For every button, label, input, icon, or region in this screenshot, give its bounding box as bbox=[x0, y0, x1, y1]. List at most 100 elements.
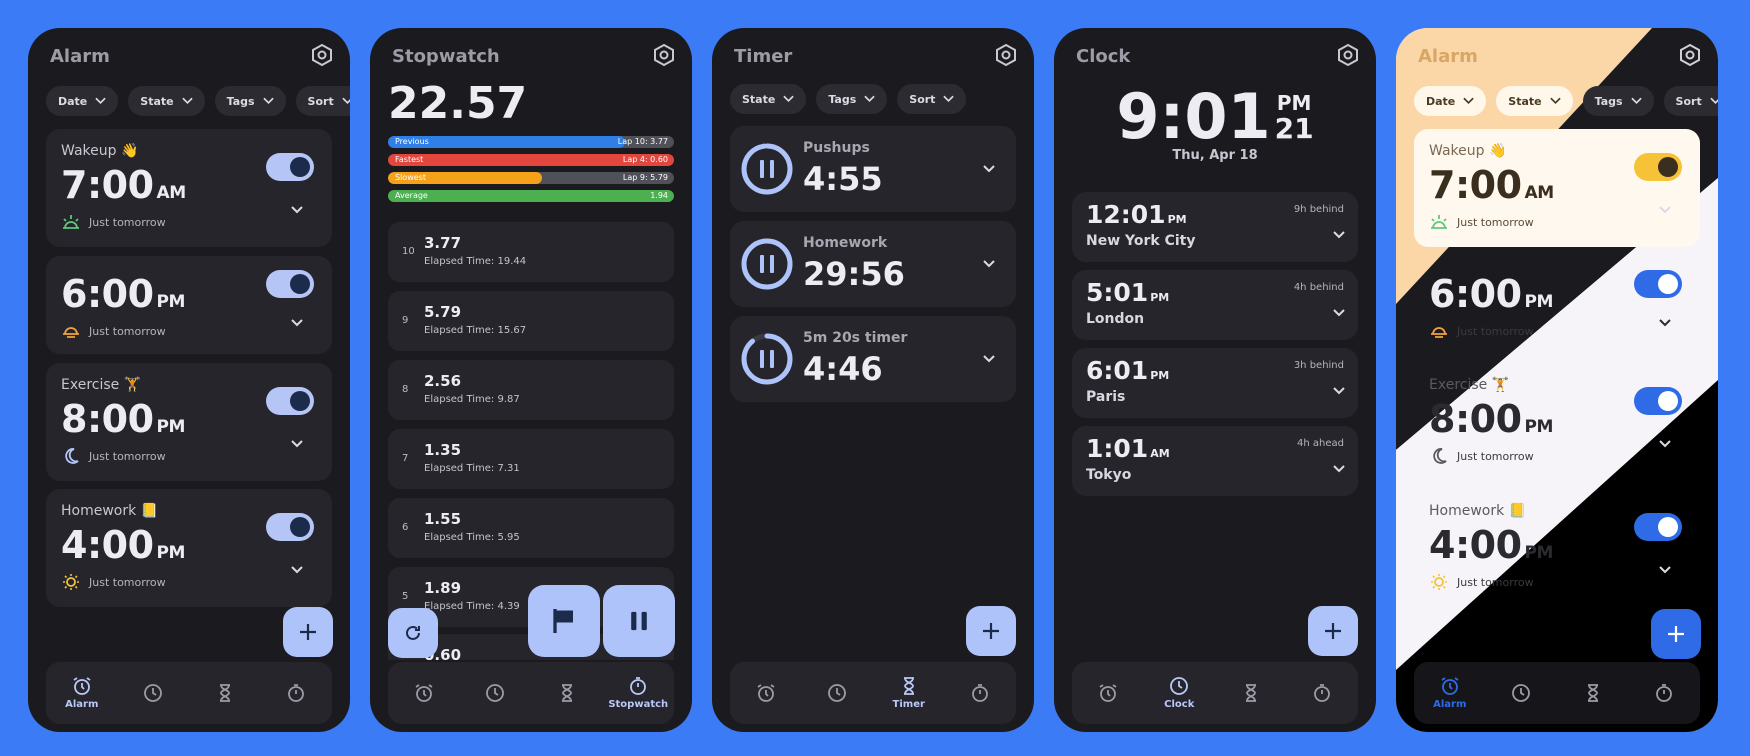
nav-timer[interactable] bbox=[537, 683, 597, 703]
nav-clock[interactable] bbox=[465, 683, 525, 703]
chevron-down-icon[interactable] bbox=[1658, 205, 1672, 215]
alarm-card[interactable]: Exercise 🏋️ 8:00 PM Just tomorrow bbox=[1414, 363, 1700, 481]
chevron-down-icon[interactable] bbox=[1658, 439, 1672, 449]
chevron-down-icon[interactable] bbox=[982, 354, 996, 364]
chevron-down-icon[interactable] bbox=[290, 439, 304, 449]
alarm-toggle[interactable] bbox=[1634, 387, 1682, 415]
nav-timer[interactable] bbox=[195, 683, 255, 703]
gear-icon[interactable] bbox=[652, 43, 676, 67]
nav-clock[interactable]: Clock bbox=[1149, 676, 1209, 710]
filter-tags-chip[interactable]: Tags bbox=[816, 84, 888, 114]
chevron-down-icon[interactable] bbox=[290, 565, 304, 575]
timer-card[interactable]: Pushups 4:55 bbox=[730, 126, 1016, 212]
nav-stopwatch[interactable]: Stopwatch bbox=[608, 676, 668, 710]
chevron-down-icon[interactable] bbox=[1332, 230, 1346, 240]
world-clock-card[interactable]: 6:01 PM Paris 3h behind bbox=[1072, 348, 1358, 418]
alarm-toggle[interactable] bbox=[266, 153, 314, 181]
chevron-down-icon[interactable] bbox=[1332, 386, 1346, 396]
nav-alarm[interactable]: Alarm bbox=[52, 676, 112, 710]
alarm-toggle[interactable] bbox=[266, 387, 314, 415]
filter-date-chip[interactable]: Date bbox=[1414, 86, 1487, 116]
alarm-card[interactable]: 6:00 PM Just tomorrow bbox=[1414, 256, 1700, 354]
alarm-card[interactable]: Exercise 🏋️ 8:00 PM Just tomorrow bbox=[46, 363, 332, 481]
filter-tags-chip[interactable]: Tags bbox=[214, 86, 286, 116]
timer-progress-ring[interactable] bbox=[740, 237, 794, 291]
stopwatch-icon bbox=[1656, 684, 1673, 702]
alarm-time: 7:00 AM bbox=[1429, 163, 1554, 207]
lap-button[interactable] bbox=[528, 585, 600, 657]
chevron-down-icon[interactable] bbox=[290, 205, 304, 215]
pause-icon bbox=[631, 611, 647, 631]
main-clock: 9:01 PM 21 Thu, Apr 18 bbox=[1054, 86, 1376, 164]
filter-state-chip[interactable]: State bbox=[1496, 86, 1573, 116]
alarm-time: 4:00 PM bbox=[1429, 523, 1553, 567]
sun-icon bbox=[63, 574, 79, 590]
chevron-down-icon[interactable] bbox=[290, 318, 304, 328]
world-clock-card[interactable]: 1:01 AM Tokyo 4h ahead bbox=[1072, 426, 1358, 496]
nav-timer[interactable] bbox=[1563, 683, 1623, 703]
filter-sort-chip[interactable]: Sort bbox=[295, 86, 350, 116]
chevron-down-icon[interactable] bbox=[982, 164, 996, 174]
nav-stopwatch[interactable] bbox=[1292, 683, 1352, 703]
alarm-icon bbox=[1441, 677, 1459, 695]
filter-tags-chip[interactable]: Tags bbox=[1582, 86, 1654, 116]
filter-bar: Date State Tags Sort bbox=[46, 86, 350, 116]
sun-icon bbox=[1431, 574, 1447, 590]
timer-progress-ring[interactable] bbox=[740, 142, 794, 196]
filter-state-chip[interactable]: State bbox=[730, 84, 807, 114]
alarm-label: Exercise 🏋️ bbox=[61, 377, 142, 393]
nav-timer[interactable] bbox=[1221, 683, 1281, 703]
gear-icon[interactable] bbox=[310, 43, 334, 67]
nav-clock[interactable] bbox=[1491, 683, 1551, 703]
chevron-down-icon[interactable] bbox=[982, 259, 996, 269]
refresh-icon bbox=[406, 625, 420, 640]
chevron-down-icon bbox=[181, 97, 193, 105]
add-alarm-button[interactable] bbox=[283, 607, 333, 657]
chevron-down-icon[interactable] bbox=[1658, 318, 1672, 328]
world-clock-card[interactable]: 12:01 PM New York City 9h behind bbox=[1072, 192, 1358, 262]
filter-sort-chip[interactable]: Sort bbox=[897, 84, 967, 114]
timer-card[interactable]: 5m 20s timer 4:46 bbox=[730, 316, 1016, 402]
nav-clock[interactable] bbox=[807, 683, 867, 703]
nav-alarm[interactable] bbox=[394, 683, 454, 703]
nav-alarm[interactable] bbox=[736, 683, 796, 703]
alarm-card[interactable]: Wakeup 👋 7:00 AM Just tomorrow bbox=[1414, 129, 1700, 247]
alarm-label: Exercise 🏋️ bbox=[1429, 377, 1510, 393]
nav-clock[interactable] bbox=[123, 683, 183, 703]
nav-alarm[interactable]: Alarm bbox=[1420, 676, 1480, 710]
gear-icon[interactable] bbox=[994, 43, 1018, 67]
alarm-card[interactable]: Homework 📒 4:00 PM Just tomorrow bbox=[46, 489, 332, 607]
timer-progress-ring[interactable] bbox=[740, 332, 794, 386]
alarm-card[interactable]: Wakeup 👋 7:00 AM Just tomorrow bbox=[46, 129, 332, 247]
chevron-down-icon[interactable] bbox=[1332, 464, 1346, 474]
timer-card[interactable]: Homework 29:56 bbox=[730, 221, 1016, 307]
alarm-toggle[interactable] bbox=[266, 270, 314, 298]
world-clock-card[interactable]: 5:01 PM London 4h behind bbox=[1072, 270, 1358, 340]
alarm-card[interactable]: 6:00 PM Just tomorrow bbox=[46, 256, 332, 354]
add-alarm-button[interactable] bbox=[1651, 609, 1701, 659]
nav-alarm[interactable] bbox=[1078, 683, 1138, 703]
alarm-card[interactable]: Homework 📒 4:00 PM Just tomorrow bbox=[1414, 489, 1700, 607]
chevron-down-icon[interactable] bbox=[1658, 565, 1672, 575]
filter-sort-chip[interactable]: Sort bbox=[1663, 86, 1718, 116]
alarm-toggle[interactable] bbox=[1634, 513, 1682, 541]
nav-timer[interactable]: Timer bbox=[879, 676, 939, 710]
gear-icon[interactable] bbox=[1678, 43, 1702, 67]
alarm-toggle[interactable] bbox=[1634, 270, 1682, 298]
stopwatch-icon bbox=[1314, 684, 1331, 702]
pause-button[interactable] bbox=[603, 585, 675, 657]
alarm-label: Homework 📒 bbox=[61, 503, 159, 519]
chevron-down-icon[interactable] bbox=[1332, 308, 1346, 318]
filter-date-chip[interactable]: Date bbox=[46, 86, 119, 116]
alarm-toggle[interactable] bbox=[266, 513, 314, 541]
reset-button[interactable] bbox=[388, 608, 438, 658]
add-timer-button[interactable] bbox=[966, 606, 1016, 656]
alarm-toggle[interactable] bbox=[1634, 153, 1682, 181]
nav-stopwatch[interactable] bbox=[950, 683, 1010, 703]
filter-state-chip[interactable]: State bbox=[128, 86, 205, 116]
nav-stopwatch[interactable] bbox=[266, 683, 326, 703]
add-city-button[interactable] bbox=[1308, 606, 1358, 656]
hourglass-icon bbox=[561, 684, 572, 702]
nav-stopwatch[interactable] bbox=[1634, 683, 1694, 703]
gear-icon[interactable] bbox=[1336, 43, 1360, 67]
